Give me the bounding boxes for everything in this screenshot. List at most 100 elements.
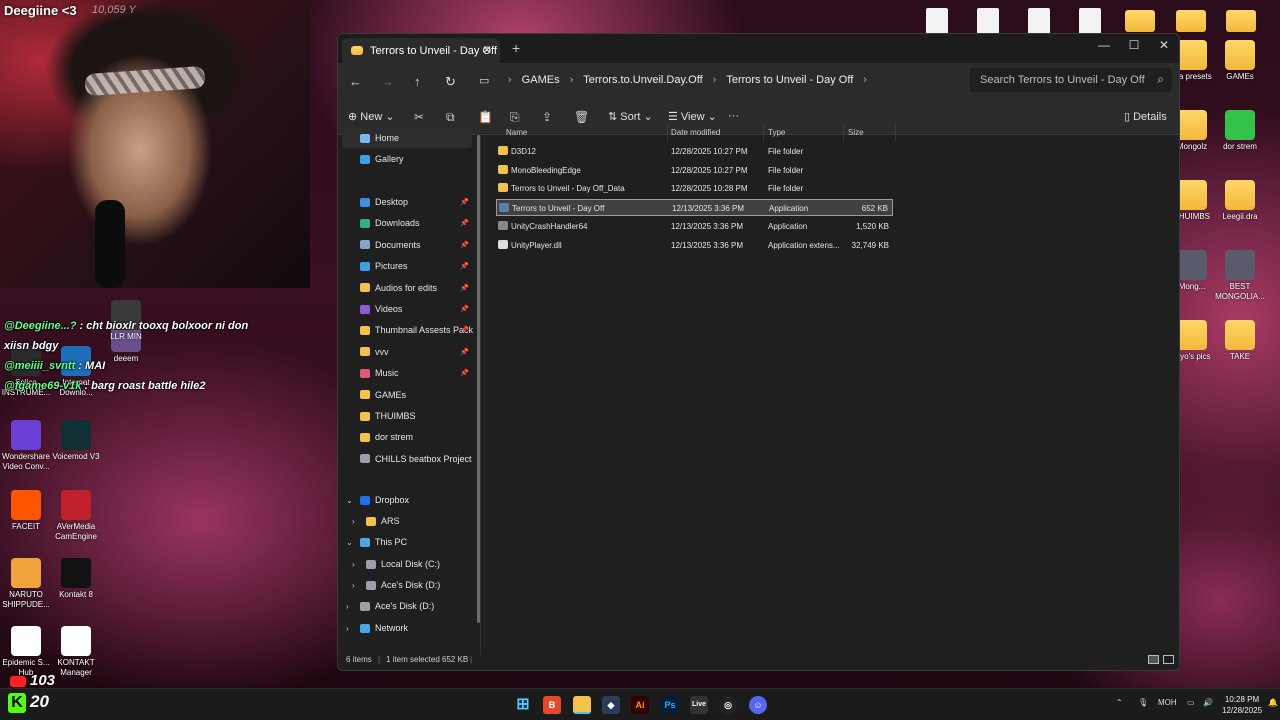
column-divider[interactable]	[763, 124, 764, 141]
desktop-icon-epidemic[interactable]: Epidemic S... Hub	[0, 626, 52, 678]
sidebar-item-vvv[interactable]: vvv 📌	[338, 342, 473, 362]
delete-icon[interactable]: 🗑	[574, 110, 589, 124]
desktop-folder-icon[interactable]	[1226, 10, 1256, 32]
chevron-right-icon[interactable]: ›	[352, 581, 355, 590]
sidebar-item-aces-disk[interactable]: › Ace's Disk (D:)	[338, 596, 473, 616]
sidebar-scrollbar[interactable]	[477, 135, 480, 623]
desktop-doc-icon[interactable]	[1028, 8, 1050, 34]
sidebar-item-downloads[interactable]: Downloads 📌	[338, 213, 473, 233]
discord-icon[interactable]: ☺	[749, 696, 767, 714]
file-row[interactable]: MonoBleedingEdge 12/28/2025 10:27 PM File …	[496, 162, 893, 179]
sidebar-item-gallery[interactable]: Gallery	[338, 149, 473, 169]
column-header-name[interactable]: Name	[506, 128, 527, 137]
sidebar-item-music[interactable]: Music 📌	[338, 363, 473, 383]
sort-button[interactable]: ⇅ Sort ⌄	[608, 110, 653, 123]
sidebar-item-thuimbs[interactable]: THUIMBS	[338, 406, 473, 426]
sidebar-item-dor-strem[interactable]: dor strem	[338, 427, 473, 447]
sidebar-item-dropbox[interactable]: ⌄ Dropbox	[338, 490, 473, 510]
search-input[interactable]: Search Terrors to Unveil - Day Off ⌕	[970, 68, 1172, 92]
cut-icon[interactable]: ✂	[414, 110, 424, 124]
file-row[interactable]: Terrors to Unveil - Day Off 12/13/2025 3:…	[496, 199, 893, 217]
desktop-icon-best-mongolia[interactable]: BEST MONGOLIA...	[1214, 250, 1266, 302]
copy-icon[interactable]: ⧉	[446, 110, 455, 125]
sidebar-item-ars[interactable]: › ARS	[338, 511, 473, 531]
notification-bell-icon[interactable]: 🔔	[1268, 698, 1278, 707]
illustrator-icon[interactable]: Ai	[631, 696, 649, 714]
tray-mic-icon[interactable]: 🎙	[1138, 698, 1148, 707]
start-icon[interactable]: ⊞	[514, 696, 532, 714]
desktop-icon-faceit[interactable]: FACEIT	[0, 490, 52, 532]
sidebar-item-this-pc[interactable]: ⌄ This PC	[338, 532, 473, 552]
sidebar-item-documents[interactable]: Documents 📌	[338, 235, 473, 255]
volume-icon[interactable]: 🔊	[1203, 698, 1213, 707]
davinci-icon[interactable]: ◆	[602, 696, 620, 714]
sidebar-item-chills-beatbox-project[interactable]: CHILLS beatbox Project	[338, 449, 473, 469]
file-row[interactable]: Terrors to Unveil - Day Off_Data 12/28/20…	[496, 180, 893, 197]
column-header-size[interactable]: Size	[848, 128, 864, 137]
language-indicator[interactable]: MOH	[1158, 698, 1177, 707]
sidebar-item-home[interactable]: Home	[342, 128, 472, 148]
new-button[interactable]: ⊕ New ⌄	[348, 110, 395, 123]
column-header-date[interactable]: Date modified	[671, 128, 720, 137]
chevron-right-icon[interactable]: ›	[346, 624, 349, 633]
desktop-doc-icon[interactable]	[1079, 8, 1101, 34]
sidebar-item-local-disk-c[interactable]: › Local Disk (C:)	[338, 554, 473, 574]
file-row[interactable]: D3D12 12/28/2025 10:27 PM File folder	[496, 143, 893, 160]
view-button[interactable]: ☰ View ⌄	[668, 110, 717, 123]
sidebar-item-audios-for-edits[interactable]: Audios for edits 📌	[338, 278, 473, 298]
live-icon[interactable]: Live	[690, 696, 708, 714]
desktop-icon-naruto[interactable]: NARUTO SHIPPUDE...	[0, 558, 52, 610]
network-icon[interactable]: ▭	[1187, 698, 1195, 707]
back-arrow-icon[interactable]: ←	[349, 74, 362, 89]
desktop-folder-icon[interactable]	[1176, 10, 1206, 32]
close-icon[interactable]: ✕	[1154, 38, 1174, 52]
sidebar-item-thumbnail-assests-pack[interactable]: Thumbnail Assests Pack 📌	[338, 320, 473, 340]
share-icon[interactable]: ⇪	[542, 110, 552, 124]
desktop-icon-games[interactable]: GAMEs	[1214, 40, 1266, 82]
details-view-toggle[interactable]	[1148, 655, 1159, 664]
refresh-icon[interactable]: ↻	[445, 74, 456, 90]
sidebar-item-aces-disk-sub[interactable]: › Ace's Disk (D:)	[338, 575, 473, 595]
chevron-right-icon[interactable]: ›	[346, 602, 349, 611]
chevron-down-icon[interactable]: ⌄	[346, 496, 353, 505]
file-explorer-icon[interactable]	[573, 696, 591, 714]
paste-icon[interactable]: 📋	[478, 110, 493, 124]
new-tab-button[interactable]: +	[512, 40, 520, 56]
sidebar-item-pictures[interactable]: Pictures 📌	[338, 256, 473, 276]
desktop-folder-icon[interactable]	[1125, 10, 1155, 32]
details-button[interactable]: ▯ Details	[1124, 110, 1167, 123]
chevron-down-icon[interactable]: ⌄	[346, 538, 353, 547]
column-divider[interactable]	[843, 124, 844, 141]
tab-terrors-to-unveil[interactable]: Terrors to Unveil - Day Off ✕	[342, 38, 500, 63]
desktop-icon-take[interactable]: TAKE	[1214, 320, 1266, 362]
more-options-button[interactable]: ···	[728, 110, 739, 122]
column-header-type[interactable]: Type	[768, 128, 785, 137]
rename-icon[interactable]: ⎘	[510, 110, 520, 125]
breadcrumb[interactable]: › GAMEs › Terrors.to.Unveil.Day.Off › Te…	[498, 74, 877, 86]
chevron-right-icon[interactable]: ›	[352, 560, 355, 569]
tab-close-icon[interactable]: ✕	[482, 43, 492, 57]
desktop-icon-wondershare[interactable]: Wondershare Video Conv...	[0, 420, 52, 472]
monitor-icon[interactable]: ▭	[479, 74, 489, 87]
minimize-icon[interactable]: —	[1094, 38, 1114, 52]
desktop-icon-kontakt8[interactable]: Kontakt 8	[50, 558, 102, 600]
obs-icon[interactable]: ◎	[719, 696, 737, 714]
sidebar-item-network[interactable]: › Network	[338, 618, 473, 638]
desktop-doc-icon[interactable]	[926, 8, 948, 34]
sidebar-item-videos[interactable]: Videos 📌	[338, 299, 473, 319]
desktop-icon-voicemod[interactable]: Voicemod V3	[50, 420, 102, 462]
chevron-right-icon[interactable]: ›	[352, 517, 355, 526]
sidebar-item-games[interactable]: GAMEs	[338, 385, 473, 405]
tiles-view-toggle[interactable]	[1163, 655, 1174, 664]
desktop-icon-leegii[interactable]: Leegii.dra	[1214, 180, 1266, 222]
sidebar-item-desktop[interactable]: Desktop 📌	[338, 192, 473, 212]
file-row[interactable]: UnityPlayer.dll 12/13/2025 3:36 PM Applica…	[496, 237, 893, 254]
file-row[interactable]: UnityCrashHandler64 12/13/2025 3:36 PM App…	[496, 218, 893, 235]
column-divider[interactable]	[895, 124, 896, 141]
desktop-icon-dor-strem[interactable]: dor strem	[1214, 110, 1266, 152]
up-arrow-icon[interactable]: ↑	[414, 74, 421, 89]
brave-icon[interactable]: B	[543, 696, 561, 714]
desktop-doc-icon[interactable]	[977, 8, 999, 34]
breadcrumb-item[interactable]: Terrors to Unveil - Day Off	[726, 74, 853, 86]
forward-arrow-icon[interactable]: →	[381, 74, 394, 89]
